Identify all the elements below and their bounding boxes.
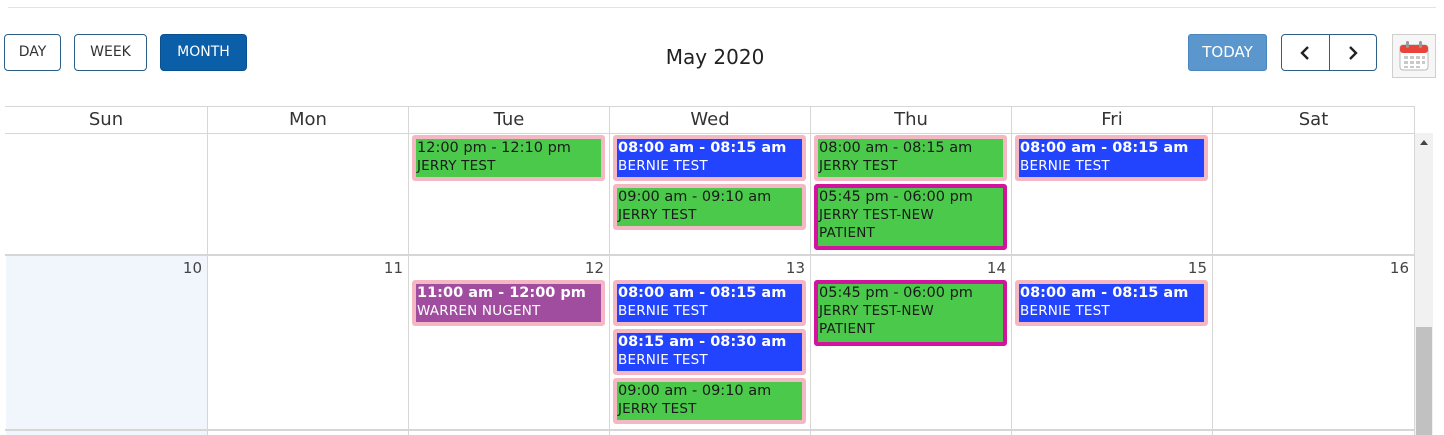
column-divider: [1011, 133, 1012, 435]
scrollbar-thumb[interactable]: [1416, 327, 1432, 435]
event-time: 05:45 pm - 06:00 pm: [819, 285, 973, 301]
event-title: JERRY TEST: [417, 158, 496, 174]
calendar-event-new-patient[interactable]: 05:45 pm - 06:00 pm JERRY TEST-NEW PATIE…: [814, 184, 1007, 250]
event-title: JERRY TEST: [618, 401, 697, 417]
day-number-sat[interactable]: 16: [1369, 259, 1409, 277]
scroll-up-arrow[interactable]: [1415, 133, 1433, 151]
weekday-wed: Wed: [609, 107, 810, 133]
calendar-picker-button[interactable]: [1392, 34, 1436, 78]
day-view-button[interactable]: DAY: [4, 34, 61, 71]
event-time: 08:00 am - 08:15 am: [1020, 285, 1189, 301]
event-time: 05:45 pm - 06:00 pm: [819, 189, 973, 205]
today-button[interactable]: TODAY: [1188, 34, 1267, 71]
event-time: 08:00 am - 08:15 am: [1020, 140, 1189, 156]
event-title: WARREN NUGENT: [417, 303, 541, 319]
event-time: 08:00 am - 08:15 am: [819, 140, 973, 156]
calendar-event[interactable]: 09:00 am - 09:10 am JERRY TEST: [613, 378, 806, 424]
event-title: BERNIE TEST: [1020, 158, 1110, 174]
chevron-right-icon: [1348, 45, 1358, 60]
calendar-event[interactable]: 08:00 am - 08:15 am BERNIE TEST: [1015, 135, 1208, 181]
event-title: JERRY TEST-NEW PATIENT: [819, 207, 934, 241]
calendar-event[interactable]: 08:00 am - 08:15 am BERNIE TEST: [1015, 280, 1208, 326]
day-number-thu[interactable]: 14: [966, 259, 1006, 277]
date-navigation: [1281, 34, 1377, 71]
event-time: 11:00 am - 12:00 pm: [417, 285, 586, 301]
calendar-event[interactable]: 08:00 am - 08:15 am BERNIE TEST: [613, 280, 806, 326]
weekday-header: Sun Mon Tue Wed Thu Fri Sat: [5, 106, 1415, 134]
event-time: 12:00 pm - 12:10 pm: [417, 140, 571, 156]
column-divider: [408, 133, 409, 435]
calendar-title: May 2020: [665, 45, 765, 69]
event-title: BERNIE TEST: [1020, 303, 1110, 319]
month-view-button[interactable]: MONTH: [160, 34, 247, 71]
column-divider: [609, 133, 610, 435]
calendar-body: 10 11 12 13 14 15 16 12:00 pm - 12:10 pm…: [5, 133, 1415, 435]
day-number-sun[interactable]: 10: [162, 259, 202, 277]
event-title: BERNIE TEST: [618, 352, 708, 368]
calendar-event-new-patient[interactable]: 05:45 pm - 06:00 pm JERRY TEST-NEW PATIE…: [814, 280, 1007, 346]
event-time: 08:00 am - 08:15 am: [618, 285, 787, 301]
calendar-event[interactable]: 09:00 am - 09:10 am JERRY TEST: [613, 184, 806, 230]
event-time: 08:15 am - 08:30 am: [618, 334, 787, 350]
top-divider: [8, 7, 1436, 8]
week-divider: [5, 254, 1415, 256]
column-divider: [207, 133, 208, 435]
weekday-thu: Thu: [810, 107, 1011, 133]
calendar-event[interactable]: 08:00 am - 08:15 am JERRY TEST: [814, 135, 1007, 181]
weekday-sat: Sat: [1212, 107, 1415, 133]
weekday-sun: Sun: [88, 109, 124, 130]
event-time: 09:00 am - 09:10 am: [618, 189, 772, 205]
day-number-fri[interactable]: 15: [1167, 259, 1207, 277]
column-divider: [1212, 133, 1213, 435]
previous-button[interactable]: [1282, 35, 1329, 70]
day-number-wed[interactable]: 13: [765, 259, 805, 277]
event-time: 09:00 am - 09:10 am: [618, 383, 772, 399]
event-title: BERNIE TEST: [618, 158, 708, 174]
calendar-event[interactable]: 08:15 am - 08:30 am BERNIE TEST: [613, 329, 806, 375]
event-title: JERRY TEST: [819, 158, 898, 174]
week-view-button[interactable]: WEEK: [74, 34, 147, 71]
next-button[interactable]: [1328, 35, 1377, 70]
calendar-event[interactable]: 08:00 am - 08:15 am BERNIE TEST: [613, 135, 806, 181]
event-title: JERRY TEST-NEW PATIENT: [819, 303, 934, 337]
chevron-left-icon: [1300, 45, 1310, 60]
event-title: JERRY TEST: [618, 207, 697, 223]
day-number-mon[interactable]: 11: [363, 259, 403, 277]
week-divider: [5, 429, 1415, 431]
calendar-event[interactable]: 11:00 am - 12:00 pm WARREN NUGENT: [412, 280, 605, 326]
calendar-event[interactable]: 12:00 pm - 12:10 pm JERRY TEST: [412, 135, 605, 181]
weekday-mon: Mon: [207, 107, 408, 133]
caret-up-icon: [1420, 140, 1428, 145]
calendar-icon: [1399, 41, 1429, 71]
column-divider: [810, 133, 811, 435]
month-grid: Sun Mon Tue Wed Thu Fri Sat 10 11 12 13 …: [5, 106, 1433, 435]
today-cell-highlight: [6, 256, 207, 435]
day-number-tue[interactable]: 12: [564, 259, 604, 277]
event-title: BERNIE TEST: [618, 303, 708, 319]
weekday-fri: Fri: [1011, 107, 1212, 133]
event-time: 08:00 am - 08:15 am: [618, 140, 787, 156]
weekday-tue: Tue: [408, 107, 609, 133]
